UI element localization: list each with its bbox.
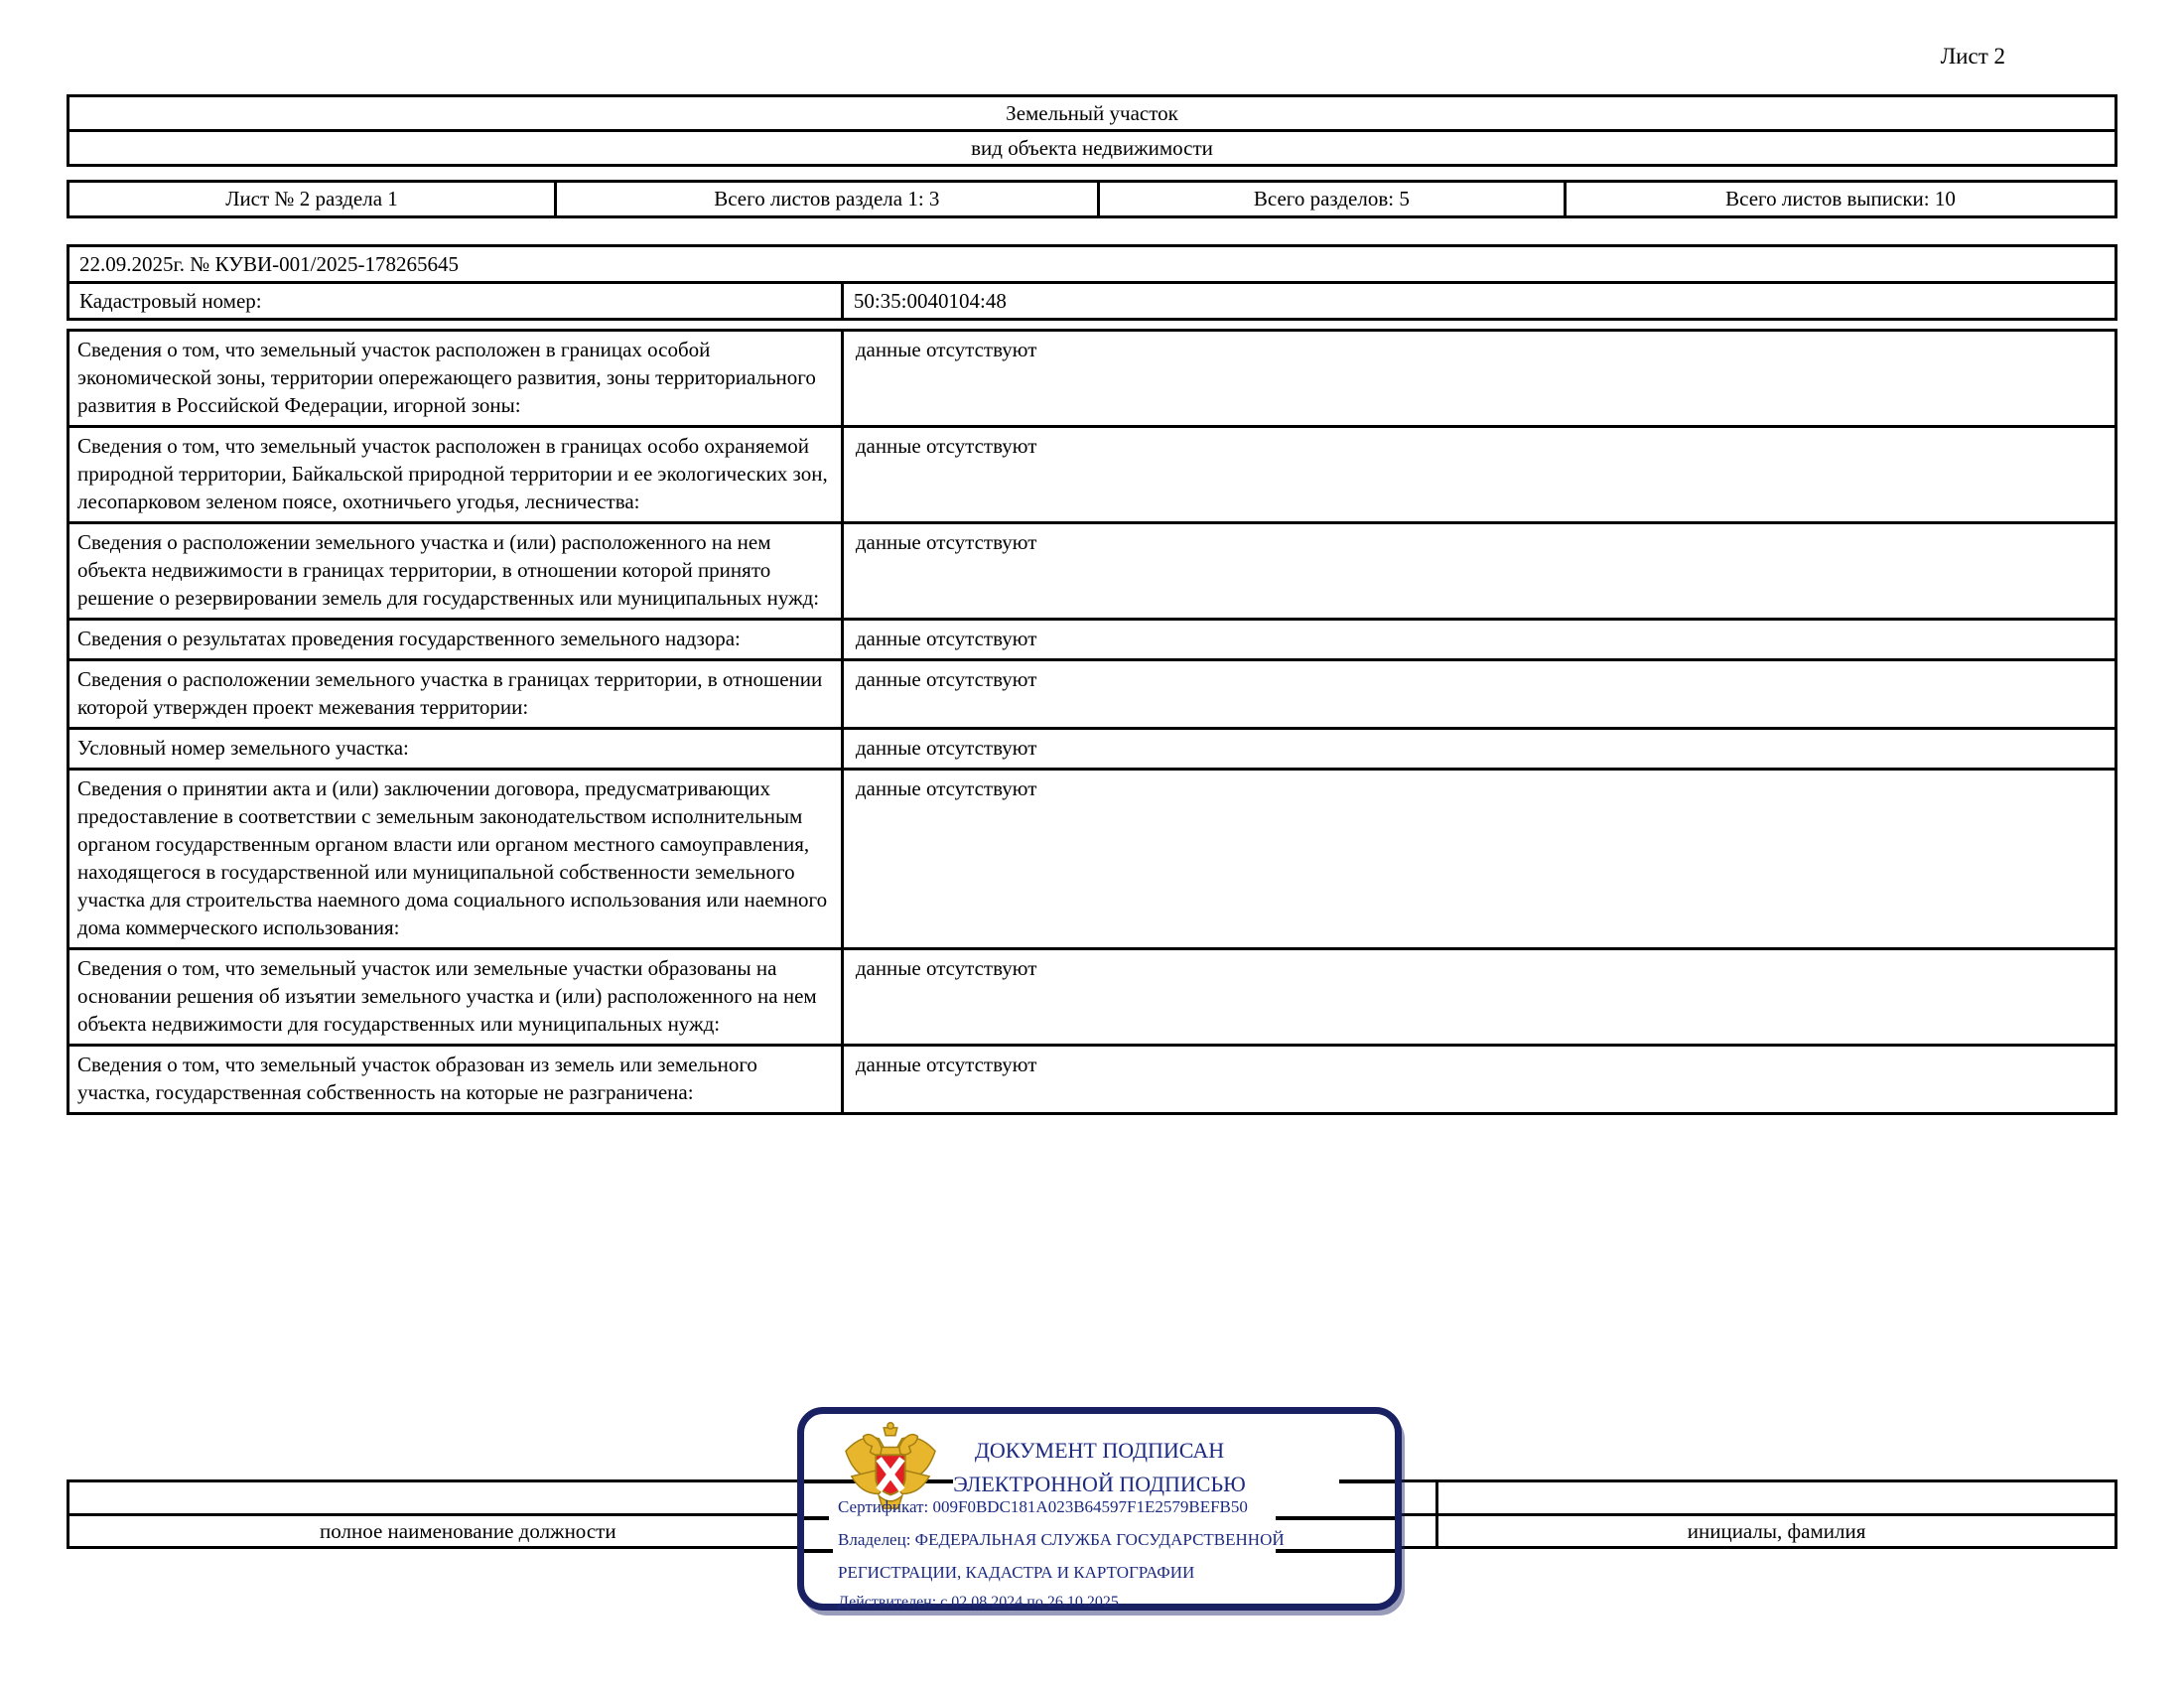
stamp-title-line1: ДОКУМЕНТ ПОДПИСАН xyxy=(804,1438,1395,1464)
table-line-stub xyxy=(804,1549,833,1553)
name-caption: инициалы, фамилия xyxy=(1437,1515,2116,1548)
digital-signature-stamp: ДОКУМЕНТ ПОДПИСАН ЭЛЕКТРОННОЙ ПОДПИСЬЮ С… xyxy=(797,1407,1402,1611)
detail-label: Сведения о расположении земельного участ… xyxy=(68,523,843,620)
object-type-caption: вид объекта недвижимости xyxy=(68,131,2116,166)
table-row: Сведения о результатах проведения госуда… xyxy=(68,620,2116,660)
detail-value: данные отсутствуют xyxy=(842,949,2116,1046)
detail-label: Сведения о том, что земельный участок ра… xyxy=(68,331,843,427)
stamp-title-line2: ЭЛЕКТРОННОЙ ПОДПИСЬЮ xyxy=(804,1472,1395,1497)
table-row: Сведения о том, что земельный участок ра… xyxy=(68,427,2116,523)
table-row: Сведения о расположении земельного участ… xyxy=(68,660,2116,729)
detail-label: Сведения о том, что земельный участок об… xyxy=(68,1046,843,1114)
position-caption: полное наименование должности xyxy=(68,1515,869,1548)
sheet-number: Лист 2 xyxy=(1941,44,2005,70)
stamp-validity: Действителен: с 02.08.2024 по 26.10.2025 xyxy=(838,1594,1119,1612)
detail-label: Сведения о том, что земельный участок ил… xyxy=(68,949,843,1046)
table-line-stub xyxy=(1276,1549,1395,1553)
cadastral-number-label: Кадастровый номер: xyxy=(68,283,843,320)
detail-label: Сведения о принятии акта и (или) заключе… xyxy=(68,770,843,949)
table-row: Кадастровый номер: 50:35:0040104:48 xyxy=(68,283,2116,320)
detail-value: данные отсутствуют xyxy=(842,523,2116,620)
sheet-info-cell: Всего листов раздела 1: 3 xyxy=(555,182,1098,217)
detail-label: Сведения о результатах проведения госуда… xyxy=(68,620,843,660)
detail-value: данные отсутствуют xyxy=(842,620,2116,660)
egrn-extract-page: Лист 2 Земельный участок вид объекта нед… xyxy=(0,0,2184,1688)
cadastral-number-value: 50:35:0040104:48 xyxy=(842,283,2116,320)
object-type-table: Земельный участок вид объекта недвижимос… xyxy=(67,94,2117,167)
table-row: Сведения о том, что земельный участок об… xyxy=(68,1046,2116,1114)
detail-value: данные отсутствуют xyxy=(842,770,2116,949)
sheet-info-table: Лист № 2 раздела 1 Всего листов раздела … xyxy=(67,180,2117,218)
table-row: Сведения о том, что земельный участок ил… xyxy=(68,949,2116,1046)
details-table: Сведения о том, что земельный участок ра… xyxy=(67,329,2117,1115)
table-row: Лист № 2 раздела 1 Всего листов раздела … xyxy=(68,182,2116,217)
table-row: вид объекта недвижимости xyxy=(68,131,2116,166)
detail-value: данные отсутствуют xyxy=(842,1046,2116,1114)
sheet-info-cell: Всего листов выписки: 10 xyxy=(1566,182,2116,217)
sheet-info-cell: Всего разделов: 5 xyxy=(1098,182,1565,217)
detail-value: данные отсутствуют xyxy=(842,729,2116,770)
detail-label: Сведения о том, что земельный участок ра… xyxy=(68,427,843,523)
detail-label: Условный номер земельного участка: xyxy=(68,729,843,770)
stamp-owner-line1: Владелец: ФЕДЕРАЛЬНАЯ СЛУЖБА ГОСУДАРСТВЕ… xyxy=(838,1530,1285,1550)
table-row: 22.09.2025г. № КУВИ-001/2025-178265645 xyxy=(68,246,2116,283)
object-type-value: Земельный участок xyxy=(68,96,2116,131)
detail-value: данные отсутствуют xyxy=(842,331,2116,427)
table-line-stub xyxy=(1276,1516,1395,1520)
table-row: Условный номер земельного участка: данны… xyxy=(68,729,2116,770)
detail-value: данные отсутствуют xyxy=(842,660,2116,729)
table-row: Сведения о принятии акта и (или) заключе… xyxy=(68,770,2116,949)
table-row: Сведения о том, что земельный участок ра… xyxy=(68,331,2116,427)
table-line-stub xyxy=(804,1516,829,1520)
table-row: Земельный участок xyxy=(68,96,2116,131)
stamp-owner-line2: РЕГИСТРАЦИИ, КАДАСТРА И КАРТОГРАФИИ xyxy=(838,1563,1194,1583)
table-row: Сведения о расположении земельного участ… xyxy=(68,523,2116,620)
detail-label: Сведения о расположении земельного участ… xyxy=(68,660,843,729)
stamp-certificate: Сертификат: 009F0BDC181A023B64597F1E2579… xyxy=(838,1497,1248,1517)
signature-name-field xyxy=(1437,1481,2116,1515)
doc-info-table: 22.09.2025г. № КУВИ-001/2025-178265645 К… xyxy=(67,244,2117,321)
doc-date-number: 22.09.2025г. № КУВИ-001/2025-178265645 xyxy=(68,246,2116,283)
sheet-info-cell: Лист № 2 раздела 1 xyxy=(68,182,556,217)
detail-value: данные отсутствуют xyxy=(842,427,2116,523)
signature-position-field xyxy=(68,1481,869,1515)
